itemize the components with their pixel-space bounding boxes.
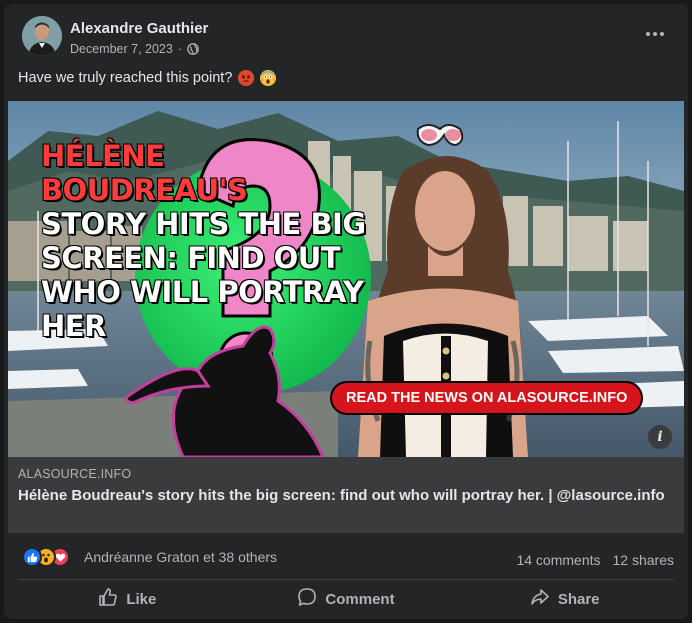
shares-count[interactable]: 12 shares bbox=[613, 552, 674, 568]
post-meta: December 7, 2023 · bbox=[70, 42, 199, 56]
meta-separator: · bbox=[177, 42, 183, 56]
globe-icon bbox=[187, 43, 199, 55]
link-domain: ALASOURCE.INFO bbox=[18, 467, 132, 481]
share-icon bbox=[530, 587, 550, 611]
engagement-counts: 14 comments 12 shares bbox=[516, 552, 674, 568]
preview-headline: HÉLÈNE BOUDREAU'S STORY HITS THE BIG SCR… bbox=[41, 139, 371, 343]
like-reaction-icon bbox=[22, 547, 42, 567]
screaming-face-emoji bbox=[260, 70, 277, 86]
post-caption: Have we truly reached this point? bbox=[18, 70, 277, 86]
comment-button[interactable]: Comment bbox=[237, 582, 456, 616]
angry-face-emoji bbox=[238, 70, 255, 86]
like-button[interactable]: Like bbox=[18, 582, 237, 616]
reactions-summary: Andréanne Graton et 38 others 14 comment… bbox=[4, 537, 688, 577]
like-label: Like bbox=[126, 590, 157, 608]
author-avatar[interactable] bbox=[22, 16, 62, 56]
comment-icon bbox=[297, 587, 317, 611]
post-card: Alexandre Gauthier December 7, 2023 · Ha… bbox=[4, 4, 688, 619]
author-name[interactable]: Alexandre Gauthier bbox=[70, 20, 208, 37]
preview-headline-rest: STORY HITS THE BIG SCREEN: FIND OUT WHO … bbox=[41, 207, 366, 343]
link-info-box[interactable]: ALASOURCE.INFO Hélène Boudreau's story h… bbox=[8, 457, 684, 533]
action-bar: Like Comment Share bbox=[18, 582, 674, 616]
preview-headline-name: HÉLÈNE BOUDREAU'S bbox=[41, 139, 248, 207]
more-options-icon[interactable] bbox=[640, 24, 670, 44]
reaction-icons[interactable] bbox=[22, 547, 82, 567]
preview-cta-banner: READ THE NEWS ON ALASOURCE.INFO bbox=[330, 381, 644, 415]
share-label: Share bbox=[557, 590, 600, 608]
share-button[interactable]: Share bbox=[455, 582, 674, 616]
post-date[interactable]: December 7, 2023 bbox=[70, 42, 173, 56]
reaction-names[interactable]: Andréanne Graton et 38 others bbox=[84, 549, 277, 565]
link-title: Hélène Boudreau's story hits the big scr… bbox=[18, 487, 665, 504]
comments-count[interactable]: 14 comments bbox=[516, 552, 600, 568]
post-header: Alexandre Gauthier December 7, 2023 · bbox=[4, 4, 688, 64]
caption-text: Have we truly reached this point? bbox=[18, 70, 233, 86]
divider bbox=[18, 579, 674, 580]
link-preview-image[interactable]: HÉLÈNE BOUDREAU'S STORY HITS THE BIG SCR… bbox=[8, 101, 684, 457]
comment-label: Comment bbox=[325, 590, 395, 608]
info-icon[interactable]: i bbox=[648, 425, 672, 449]
like-icon bbox=[98, 587, 118, 611]
